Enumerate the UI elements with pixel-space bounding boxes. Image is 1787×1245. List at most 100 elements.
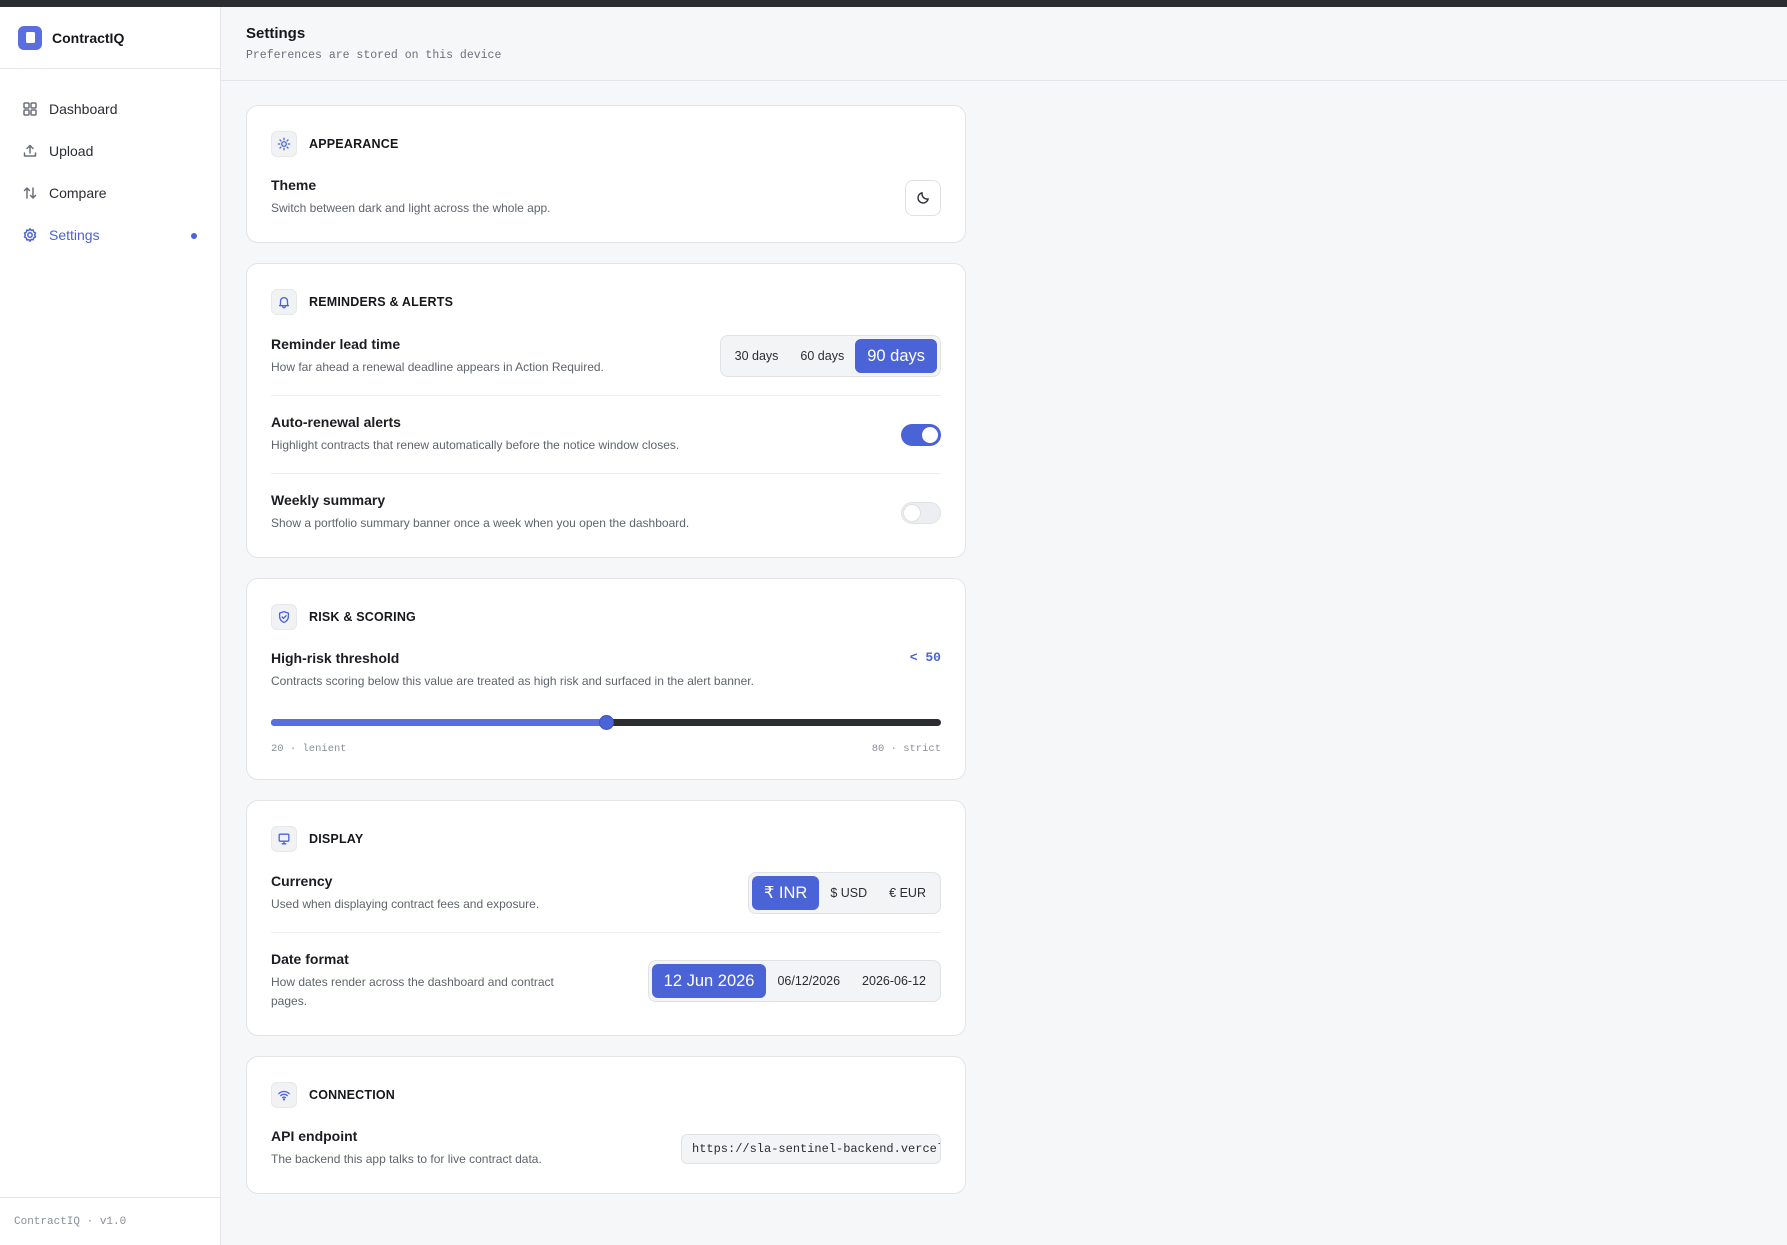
row-text: Theme Switch between dark and light acro… [271,177,551,218]
card-header: APPEARANCE [271,131,941,157]
row-label: Auto-renewal alerts [271,414,401,430]
api-endpoint-row: API endpoint The backend this app talks … [271,1128,941,1169]
brand[interactable]: ContractIQ [0,7,220,69]
theme-toggle-button[interactable] [905,179,941,216]
threshold-row: High-risk threshold Contracts scoring be… [271,650,941,691]
lead-time-row: Reminder lead time How far ahead a renew… [271,335,941,377]
api-endpoint-field[interactable]: https://sla-sentinel-backend.vercel.app [681,1133,941,1164]
settings-list: APPEARANCE Theme Switch between dark and… [221,81,966,1194]
swap-icon [23,187,37,199]
currency-option-usd[interactable]: $ USD [819,876,878,910]
toggle-knob [922,426,938,443]
threshold-value: < 50 [909,650,941,665]
threshold-slider[interactable] [271,715,941,730]
active-indicator-dot [191,233,197,239]
auto-renewal-toggle[interactable] [901,423,941,446]
row-text: Reminder lead time How far ahead a renew… [271,336,604,377]
slider-min-label: 20 · lenient [271,743,347,755]
row-label: Date format [271,951,349,967]
weekly-summary-toggle[interactable] [901,501,941,524]
sidebar-nav: Dashboard Upload Compare Settings [0,69,220,256]
reminders-card: REMINDERS & ALERTS Reminder lead time Ho… [246,263,966,558]
connection-card: CONNECTION API endpoint The backend this… [246,1056,966,1194]
card-header: CONNECTION [271,1082,941,1108]
page-title: Settings [246,25,306,42]
sidebar-item-label: Upload [49,143,94,159]
page-header: Settings Preferences are stored on this … [221,7,1787,81]
wifi-icon [271,1082,297,1108]
slider-fill [271,719,606,726]
sidebar-item-compare[interactable]: Compare [0,172,220,214]
weekly-summary-row: Weekly summary Show a portfolio summary … [271,473,941,533]
currency-row: Currency Used when displaying contract f… [271,872,941,914]
gear-icon [23,228,37,242]
sidebar-item-dashboard[interactable]: Dashboard [0,88,220,130]
row-text: Date format How dates render across the … [271,951,591,1011]
bell-icon [271,289,297,315]
date-format-option-slash[interactable]: 06/12/2026 [766,964,851,998]
row-label: Weekly summary [271,492,386,508]
date-format-row: Date format How dates render across the … [271,932,941,1011]
upload-icon [23,144,37,157]
date-format-option-iso[interactable]: 2026-06-12 [851,964,937,998]
date-format-selector: 12 Jun 2026 06/12/2026 2026-06-12 [647,960,941,1002]
row-description: Show a portfolio summary banner once a w… [271,516,690,530]
row-label: Theme [271,177,317,193]
page-subtitle: Preferences are stored on this device [246,49,502,62]
row-description: How dates render across the dashboard an… [271,975,554,1008]
moon-icon [916,192,929,204]
row-text: Auto-renewal alerts Highlight contracts … [271,414,679,455]
grid-icon [23,102,37,116]
sun-icon [271,131,297,157]
slider-labels: 20 · lenient 80 · strict [271,743,941,755]
card-header: REMINDERS & ALERTS [271,289,941,315]
row-label: Currency [271,872,333,889]
date-format-option-long[interactable]: 12 Jun 2026 [651,964,767,998]
lead-time-selector: 30 days 60 days 90 days [719,335,941,377]
shield-icon [271,604,297,630]
sidebar-item-label: Compare [49,185,107,201]
sidebar-item-upload[interactable]: Upload [0,130,220,172]
row-description: How far ahead a renewal deadline appears… [271,359,604,374]
display-card: DISPLAY Currency Used when displaying co… [246,800,966,1036]
card-title: CONNECTION [309,1088,396,1102]
slider-thumb[interactable] [599,715,614,730]
appearance-card: APPEARANCE Theme Switch between dark and… [246,105,966,243]
sidebar: ContractIQ Dashboard Upload Compare Sett… [0,7,221,1245]
row-description: The backend this app talks to for live c… [271,1152,542,1166]
lead-time-option-30[interactable]: 30 days [724,339,790,373]
top-bar [0,0,1787,7]
card-header: DISPLAY [271,826,941,852]
card-header: RISK & SCORING [271,604,941,630]
sidebar-item-settings[interactable]: Settings [0,214,220,256]
monitor-icon [271,826,297,852]
row-text: API endpoint The backend this app talks … [271,1128,542,1169]
row-description: Highlight contracts that renew automatic… [271,438,680,452]
row-text: High-risk threshold Contracts scoring be… [271,650,754,691]
currency-option-inr[interactable]: ₹ INR [751,876,820,910]
row-label: Reminder lead time [271,335,401,352]
lead-time-option-90[interactable]: 90 days [855,339,937,373]
brand-name: ContractIQ [52,29,125,46]
row-description: Switch between dark and light across the… [271,201,551,215]
document-icon [18,25,42,50]
row-description: Used when displaying contract fees and e… [271,896,540,911]
row-text: Currency Used when displaying contract f… [271,873,539,914]
card-title: REMINDERS & ALERTS [309,295,454,309]
card-title: RISK & SCORING [309,610,416,624]
row-label: High-risk threshold [271,650,400,666]
row-description: Contracts scoring below this value are t… [271,674,754,688]
currency-selector: ₹ INR $ USD € EUR [747,872,941,914]
theme-row: Theme Switch between dark and light acro… [271,177,941,218]
row-label: API endpoint [271,1128,358,1144]
currency-option-eur[interactable]: € EUR [878,876,937,910]
main-content: Settings Preferences are stored on this … [221,7,1787,1245]
toggle-knob [904,504,920,521]
sidebar-item-label: Dashboard [49,101,118,117]
auto-renewal-row: Auto-renewal alerts Highlight contracts … [271,395,941,455]
risk-card: RISK & SCORING High-risk threshold Contr… [246,578,966,780]
sidebar-item-label: Settings [49,227,100,243]
row-text: Weekly summary Show a portfolio summary … [271,492,689,533]
lead-time-option-60[interactable]: 60 days [789,339,855,373]
card-title: APPEARANCE [309,137,399,151]
